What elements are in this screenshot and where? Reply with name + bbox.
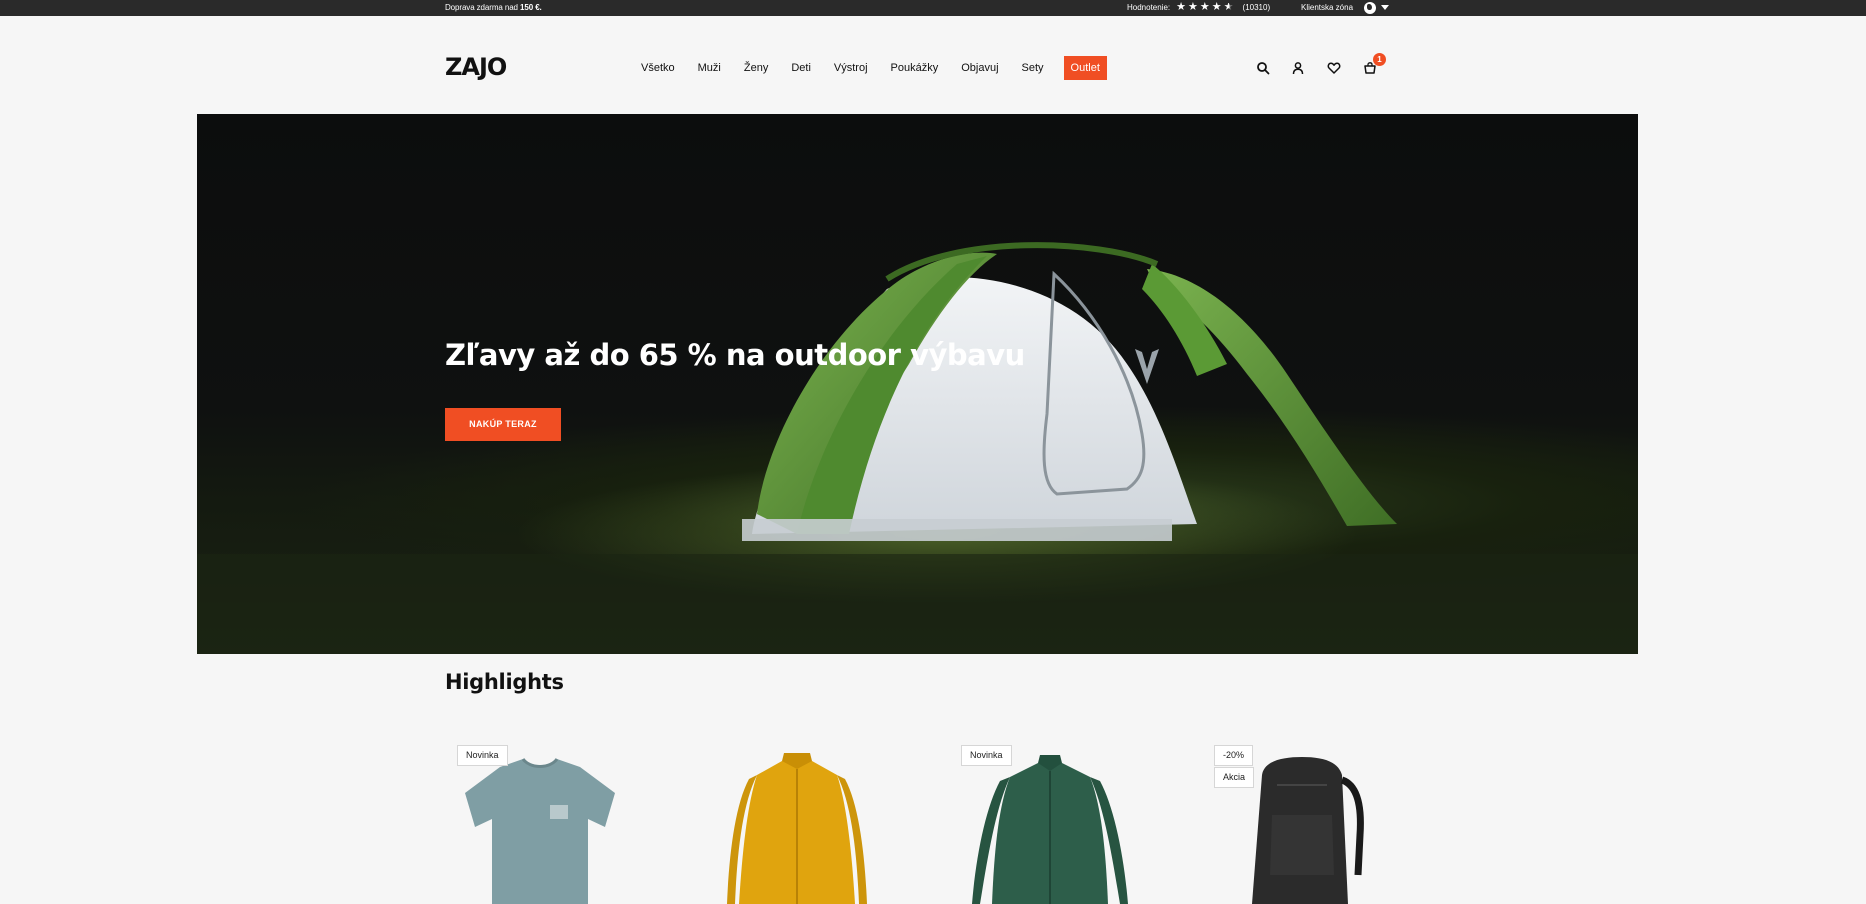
nav-item-vystroj[interactable]: Výstroj <box>834 56 868 80</box>
product-card[interactable]: Novinka <box>445 745 645 904</box>
badge-sale: Akcia <box>1214 767 1255 788</box>
nav-item-sety[interactable]: Sety <box>1022 56 1044 80</box>
product-image-tshirt <box>465 757 615 904</box>
product-card[interactable]: Novinka <box>950 745 1150 904</box>
shipping-amount: 150 €. <box>520 3 542 12</box>
nav-item-zeny[interactable]: Ženy <box>744 56 768 80</box>
caret-down-icon[interactable] <box>1381 5 1389 10</box>
product-card[interactable] <box>697 745 897 904</box>
star-icon: ★ <box>1176 1 1187 13</box>
nav-item-outlet[interactable]: Outlet <box>1063 56 1107 80</box>
free-shipping-notice: Doprava zdarma nad 150 €. <box>445 3 542 12</box>
shipping-text: Doprava zdarma nad <box>445 3 521 12</box>
rating[interactable]: Hodnotenie: ★ ★ ★ ★ ★ (10310) <box>1127 1 1271 13</box>
cart-count-badge: 1 <box>1373 53 1386 66</box>
rating-label: Hodnotenie: <box>1127 3 1171 12</box>
heart-icon[interactable] <box>1327 61 1341 75</box>
nav-item-poukazky[interactable]: Poukážky <box>891 56 939 80</box>
search-icon[interactable] <box>1256 61 1270 75</box>
star-half-icon: ★ <box>1223 1 1234 13</box>
section-title-highlights: Highlights <box>445 670 564 694</box>
badge-new: Novinka <box>961 745 1012 766</box>
nav-item-vsetko[interactable]: Všetko <box>641 56 675 80</box>
star-icon: ★ <box>1211 1 1222 13</box>
user-icon[interactable] <box>1291 61 1305 75</box>
badge-new: Novinka <box>457 745 508 766</box>
product-image-fleece-jacket <box>727 753 867 904</box>
star-icon: ★ <box>1199 1 1210 13</box>
product-card[interactable]: -20% Akcia <box>1202 745 1402 904</box>
hero-banner[interactable]: Zľavy až do 65 % na outdoor výbavu NAKÚP… <box>197 114 1638 654</box>
star-icon: ★ <box>1188 1 1198 13</box>
main-nav: Všetko Muži Ženy Deti Výstroj Poukážky O… <box>641 56 1107 80</box>
top-bar: Doprava zdarma nad 150 €. Hodnotenie: ★ … <box>0 0 1866 16</box>
tent-illustration <box>197 242 1638 654</box>
nav-item-objavuj[interactable]: Objavuj <box>961 56 998 80</box>
logo[interactable]: ZAJO <box>445 55 507 79</box>
nav-item-muzi[interactable]: Muži <box>698 56 721 80</box>
shop-now-button[interactable]: NAKÚP TERAZ <box>445 408 561 441</box>
product-image-fleece-jacket <box>972 755 1128 904</box>
rating-stars: ★ ★ ★ ★ ★ <box>1176 1 1234 13</box>
client-zone-link[interactable]: Klientska zóna <box>1301 3 1353 12</box>
badge-discount: -20% <box>1214 745 1254 766</box>
nav-item-deti[interactable]: Deti <box>791 56 811 80</box>
globe-icon[interactable] <box>1364 2 1376 14</box>
hero-title: Zľavy až do 65 % na outdoor výbavu <box>445 338 1025 372</box>
rating-count: (10310) <box>1242 3 1271 12</box>
